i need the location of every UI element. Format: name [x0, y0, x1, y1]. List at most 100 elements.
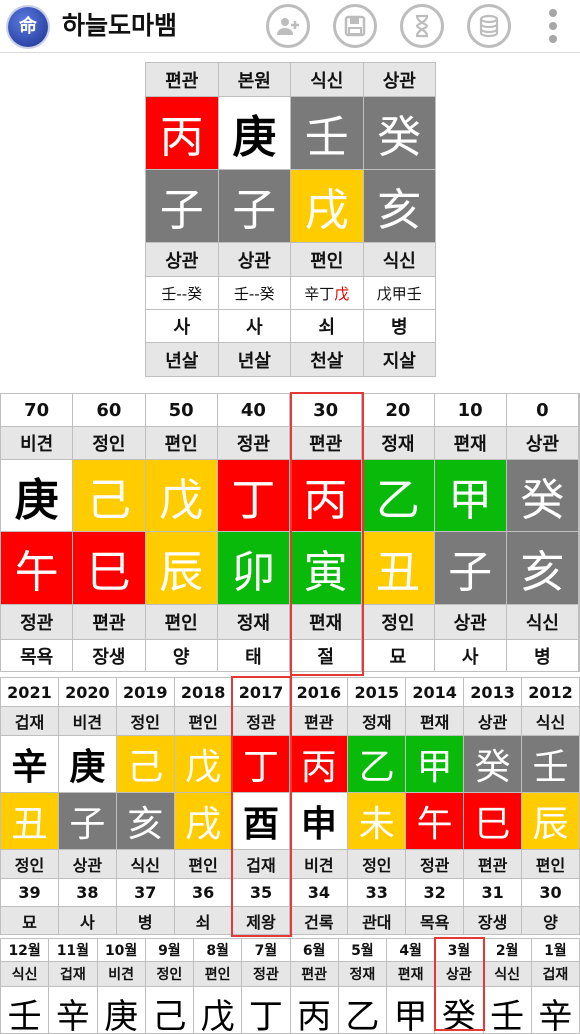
life-stage[interactable]: 병 — [116, 907, 174, 934]
ten-god-label[interactable]: 식신 — [483, 962, 531, 986]
daewoon-stem[interactable]: 庚 — [1, 460, 73, 531]
month-label[interactable]: 11월 — [49, 939, 97, 961]
daewoon-stem[interactable]: 乙 — [362, 460, 434, 531]
ten-god-label[interactable]: 겁재 — [1, 707, 58, 735]
ten-god-label[interactable]: 정관 — [242, 962, 290, 986]
month-label[interactable]: 2월 — [483, 939, 531, 961]
month-stem[interactable]: 甲 — [387, 987, 435, 1033]
daewoon-branch[interactable]: 寅 — [290, 532, 362, 604]
life-stage[interactable]: 절 — [290, 640, 362, 671]
year-branch[interactable]: 辰 — [522, 793, 579, 849]
life-stage[interactable]: 장생 — [73, 640, 145, 671]
life-stage[interactable]: 태 — [217, 640, 289, 671]
year-age[interactable]: 39 — [1, 879, 58, 906]
ten-god-label[interactable]: 비견 — [58, 707, 116, 735]
ten-god-label[interactable]: 정관 — [232, 707, 290, 735]
month-label[interactable]: 12월 — [1, 939, 49, 961]
month-label[interactable]: 8월 — [194, 939, 242, 961]
month-label[interactable]: 10월 — [97, 939, 145, 961]
ten-god-label[interactable]: 정관 — [217, 427, 289, 459]
ten-god-label[interactable]: 식신 — [522, 707, 579, 735]
year-stem[interactable]: 壬 — [522, 736, 579, 792]
daewoon-stem[interactable]: 丙 — [290, 460, 362, 531]
add-user-button[interactable] — [266, 4, 310, 48]
year-age[interactable]: 38 — [58, 879, 116, 906]
year-age[interactable]: 33 — [348, 879, 406, 906]
daewoon-branch[interactable]: 巳 — [73, 532, 145, 604]
year-branch[interactable]: 申 — [290, 793, 348, 849]
daewoon-stem[interactable]: 戊 — [145, 460, 217, 531]
life-stage[interactable]: 제왕 — [232, 907, 290, 934]
month-stem[interactable]: 辛 — [49, 987, 97, 1033]
daewoon-branch[interactable]: 子 — [434, 532, 506, 604]
year-stem[interactable]: 甲 — [406, 736, 464, 792]
year-age[interactable]: 32 — [406, 879, 464, 906]
life-stage[interactable]: 양 — [522, 907, 579, 934]
year-stem[interactable]: 癸 — [464, 736, 522, 792]
month-stem[interactable]: 戊 — [194, 987, 242, 1033]
year-branch[interactable]: 丑 — [1, 793, 58, 849]
ten-god-label[interactable]: 편재 — [290, 605, 362, 639]
ten-god-label[interactable]: 편인 — [522, 850, 579, 878]
ten-god-label[interactable]: 편재 — [434, 427, 506, 459]
ten-god-label[interactable]: 상관 — [464, 707, 522, 735]
ten-god-label[interactable]: 정인 — [145, 962, 193, 986]
year-branch[interactable]: 巳 — [464, 793, 522, 849]
month-stem[interactable]: 丁 — [242, 987, 290, 1033]
year-label[interactable]: 2012 — [522, 678, 579, 706]
life-stage[interactable]: 장생 — [464, 907, 522, 934]
year-label[interactable]: 2018 — [174, 678, 232, 706]
overflow-menu-icon[interactable] — [546, 9, 560, 43]
year-age[interactable]: 31 — [464, 879, 522, 906]
life-stage[interactable]: 관대 — [348, 907, 406, 934]
year-label[interactable]: 2019 — [116, 678, 174, 706]
year-stem[interactable]: 辛 — [1, 736, 58, 792]
daewoon-age[interactable]: 0 — [506, 394, 578, 426]
life-stage[interactable]: 건록 — [290, 907, 348, 934]
life-stage[interactable]: 병 — [506, 640, 578, 671]
year-age[interactable]: 37 — [116, 879, 174, 906]
year-age[interactable]: 30 — [522, 879, 579, 906]
daewoon-age[interactable]: 30 — [290, 394, 362, 426]
ten-god-label[interactable]: 정인 — [116, 707, 174, 735]
year-branch[interactable]: 亥 — [116, 793, 174, 849]
month-stem[interactable]: 己 — [145, 987, 193, 1033]
life-stage[interactable]: 목욕 — [1, 640, 73, 671]
daewoon-age[interactable]: 20 — [362, 394, 434, 426]
year-stem[interactable]: 戊 — [174, 736, 232, 792]
month-label[interactable]: 6월 — [290, 939, 338, 961]
ten-god-label[interactable]: 상관 — [58, 850, 116, 878]
month-label[interactable]: 4월 — [387, 939, 435, 961]
daewoon-branch[interactable]: 亥 — [506, 532, 578, 604]
life-stage[interactable]: 사 — [58, 907, 116, 934]
year-label[interactable]: 2014 — [406, 678, 464, 706]
ten-god-label[interactable]: 편인 — [174, 850, 232, 878]
app-logo-icon[interactable]: 命 — [8, 7, 48, 47]
ten-god-label[interactable]: 겁재 — [49, 962, 97, 986]
ten-god-label[interactable]: 상관 — [435, 962, 483, 986]
ten-god-label[interactable]: 편재 — [387, 962, 435, 986]
month-label[interactable]: 1월 — [531, 939, 579, 961]
year-label[interactable]: 2015 — [348, 678, 406, 706]
life-stage[interactable]: 묘 — [362, 640, 434, 671]
year-label[interactable]: 2016 — [290, 678, 348, 706]
month-stem[interactable]: 庚 — [97, 987, 145, 1033]
ten-god-label[interactable]: 정인 — [73, 427, 145, 459]
ten-god-label[interactable]: 정인 — [362, 605, 434, 639]
daewoon-branch[interactable]: 午 — [1, 532, 73, 604]
year-label[interactable]: 2021 — [1, 678, 58, 706]
month-label[interactable]: 5월 — [338, 939, 386, 961]
daewoon-stem[interactable]: 甲 — [434, 460, 506, 531]
daewoon-age[interactable]: 70 — [1, 394, 73, 426]
year-stem[interactable]: 乙 — [348, 736, 406, 792]
month-stem[interactable]: 辛 — [531, 987, 579, 1033]
life-stage[interactable]: 묘 — [1, 907, 58, 934]
year-age[interactable]: 34 — [290, 879, 348, 906]
save-button[interactable] — [333, 4, 377, 48]
ten-god-label[interactable]: 겁재 — [232, 850, 290, 878]
ten-god-label[interactable]: 정인 — [348, 850, 406, 878]
ten-god-label[interactable]: 정재 — [362, 427, 434, 459]
month-stem[interactable]: 壬 — [1, 987, 49, 1033]
ten-god-label[interactable]: 정재 — [217, 605, 289, 639]
year-stem[interactable]: 丁 — [232, 736, 290, 792]
